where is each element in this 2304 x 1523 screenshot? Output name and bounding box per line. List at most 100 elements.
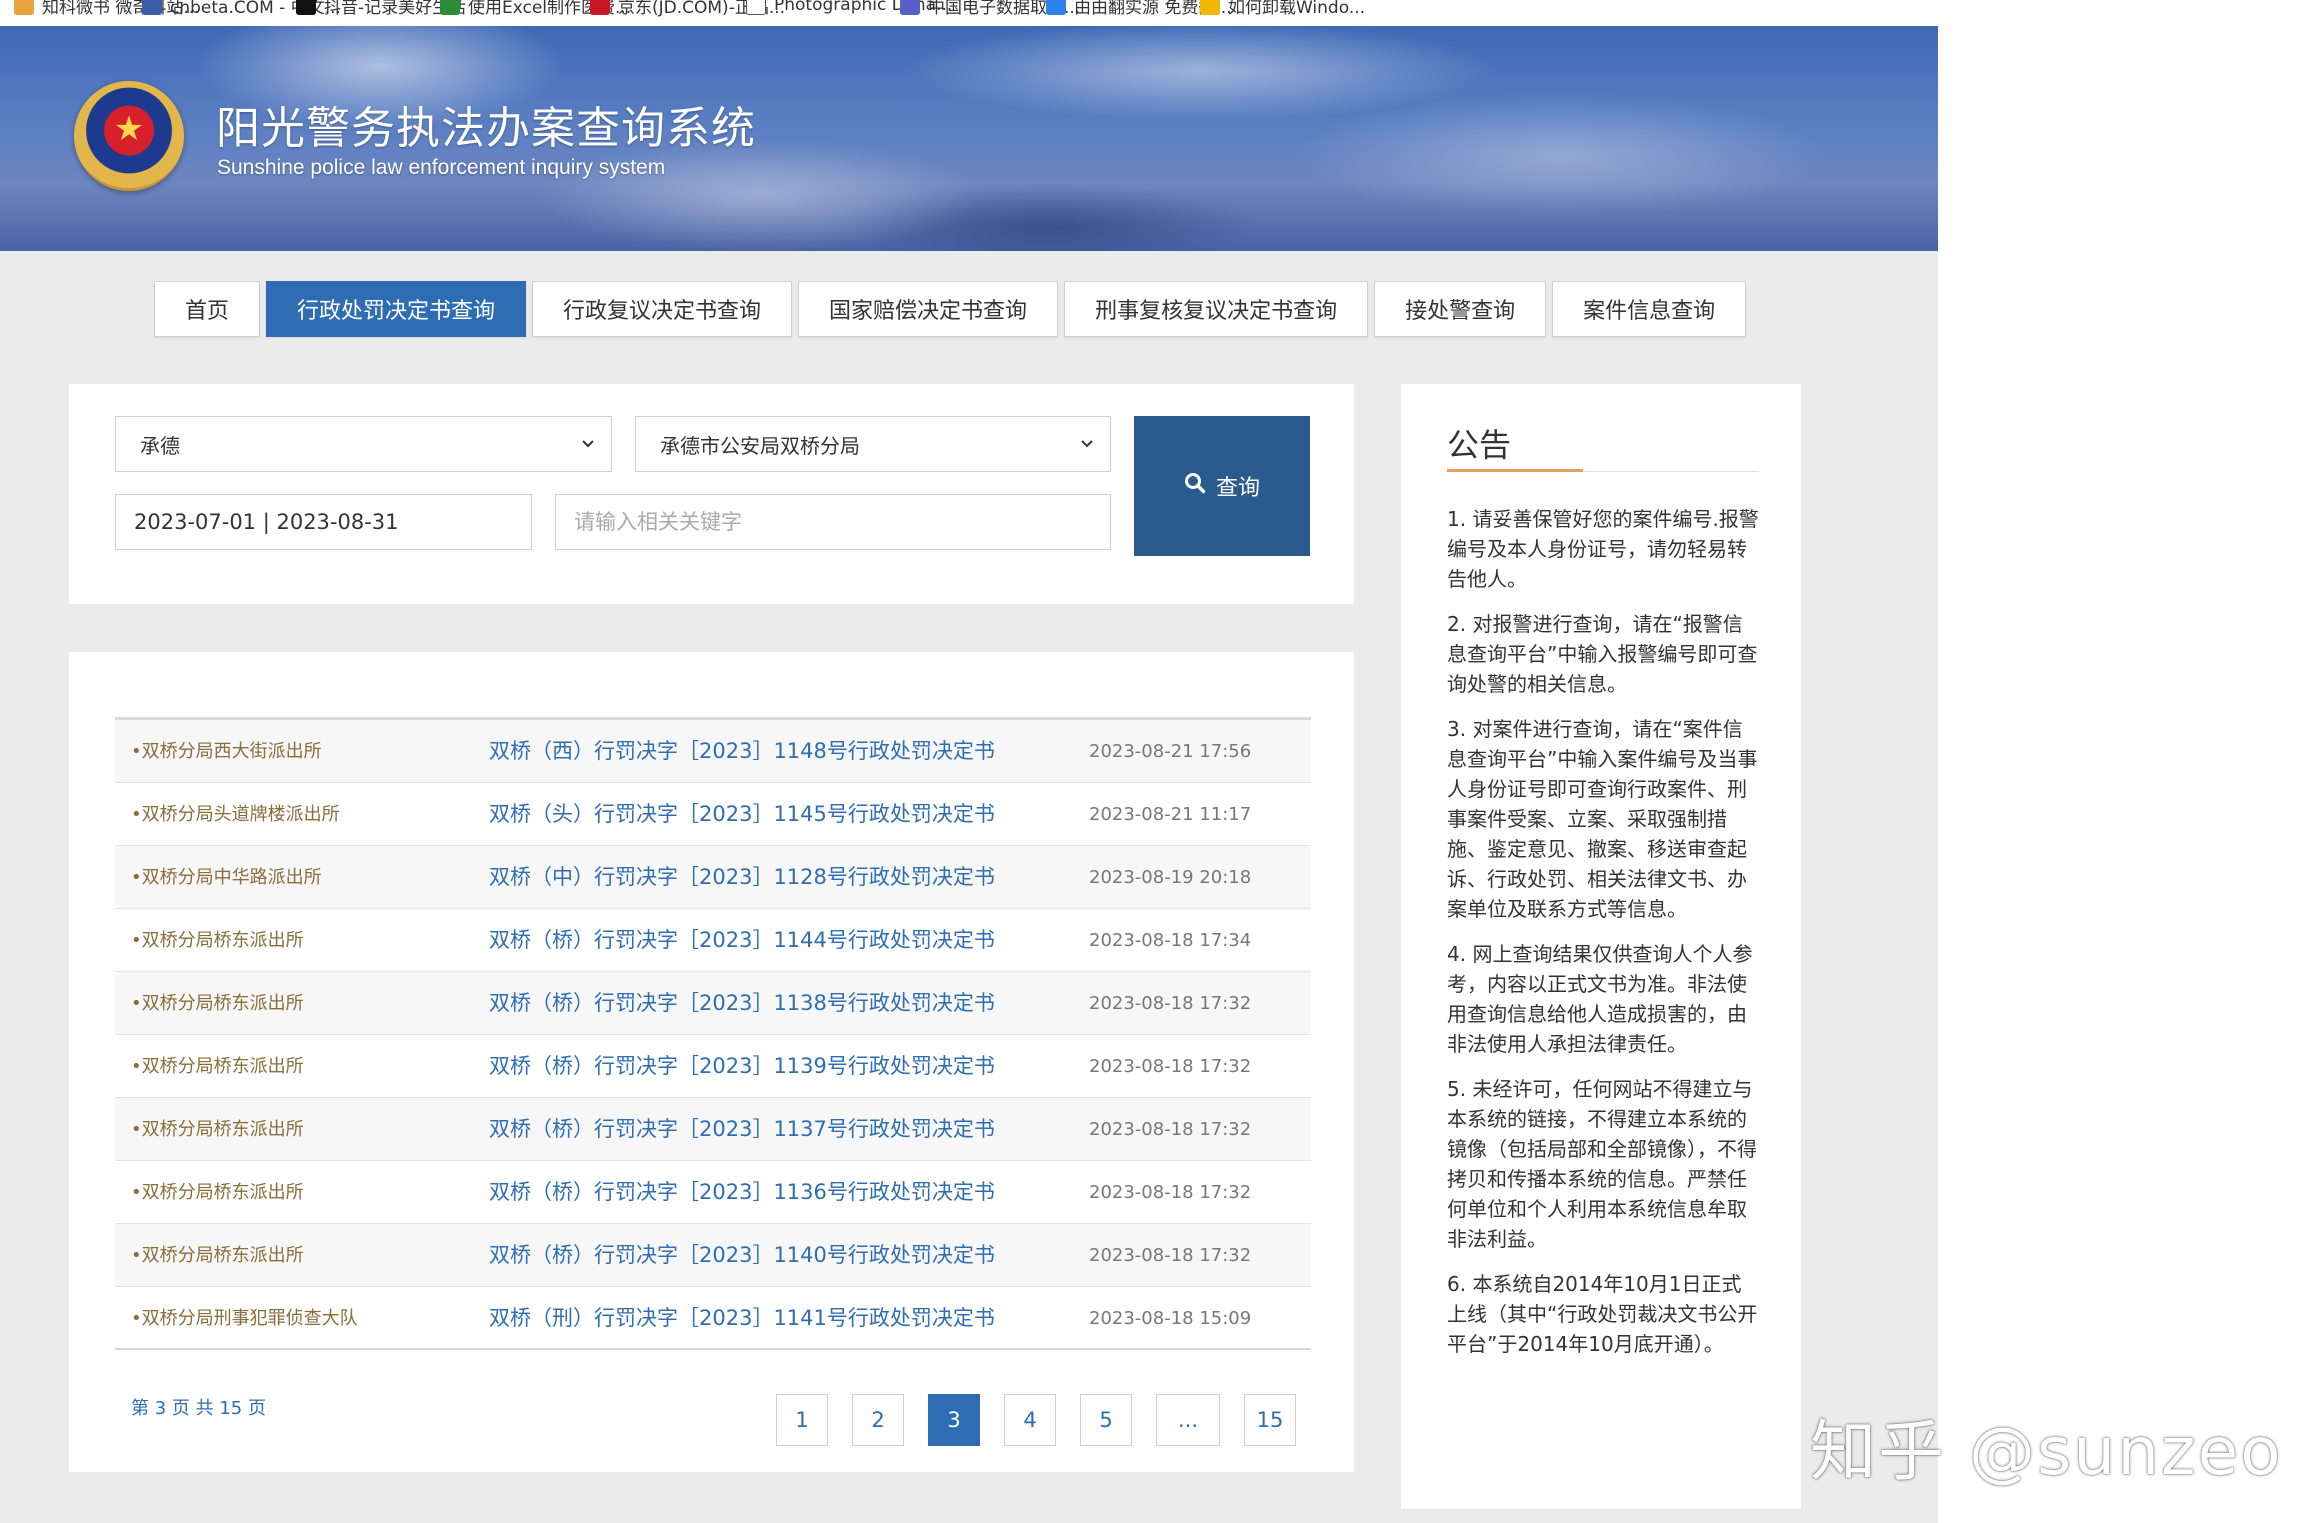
page-button[interactable]: ... [1156,1394,1220,1446]
bookmark-favicon-icon [440,0,460,15]
row-department: •双桥分局头道牌楼派出所 [131,804,340,825]
search-panel: 承德 承德市公安局双桥分局 2023-07-01 | 2023-08-31 查询 [69,384,1354,604]
results-panel: •双桥分局西大街派出所 双桥（西）行罚决字［2023］1148号行政处罚决定书 20… [69,652,1354,1472]
row-timestamp: 2023-08-21 17:56 [1089,741,1252,762]
keyword-field[interactable] [555,494,1111,550]
row-document-link[interactable]: 双桥（桥）行罚决字［2023］1138号行政处罚决定书 [489,972,995,1035]
table-row: •双桥分局桥东派出所 双桥（桥）行罚决字［2023］1136号行政处罚决定书 202… [115,1161,1311,1224]
bookmark-favicon-icon [590,0,610,15]
bookmark-favicon-icon [746,0,766,15]
nav-tab[interactable]: 国家赔偿决定书查询 [798,281,1059,337]
row-document-link[interactable]: 双桥（桥）行罚决字［2023］1140号行政处罚决定书 [489,1224,995,1287]
city-select-value: 承德 [140,433,180,458]
notice-item: 2. 对报警进行查询，请在“报警信息查询平台”中输入报警编号即可查询处警的相关信… [1447,612,1758,696]
pagination: 1 2 3 4 5... 15 [776,1394,1296,1446]
row-document-link[interactable]: 双桥（西）行罚决字［2023］1148号行政处罚决定书 [489,720,995,783]
keyword-input[interactable] [574,495,1110,549]
row-document-link[interactable]: 双桥（桥）行罚决字［2023］1144号行政处罚决定书 [489,909,995,972]
city-select[interactable]: 承德 [115,416,612,472]
nav-tab[interactable]: 刑事复核复议决定书查询 [1064,281,1369,337]
bookmark-favicon-icon [1200,0,1220,15]
row-department: •双桥分局桥东派出所 [131,1056,304,1077]
notice-item: 1. 请妥善保管好您的案件编号.报警编号及本人身份证号，请勿轻易转告他人。 [1447,507,1759,591]
row-timestamp: 2023-08-21 11:17 [1089,804,1252,825]
page-button[interactable]: 2 [852,1394,904,1446]
date-range-value: 2023-07-01 | 2023-08-31 [134,510,399,534]
row-timestamp: 2023-08-18 17:32 [1089,1056,1252,1077]
row-document-link[interactable]: 双桥（中）行罚决字［2023］1128号行政处罚决定书 [489,846,995,909]
police-emblem-icon: ★ [74,81,184,191]
table-row: •双桥分局桥东派出所 双桥（桥）行罚决字［2023］1137号行政处罚决定书 202… [115,1098,1311,1161]
table-row: •双桥分局中华路派出所 双桥（中）行罚决字［2023］1128号行政处罚决定书 20… [115,846,1311,909]
notice-item: 5. 未经许可，任何网站不得建立与本系统的链接，不得建立本系统的镜像（包括局部和… [1447,1077,1757,1251]
table-row: •双桥分局桥东派出所 双桥（桥）行罚决字［2023］1140号行政处罚决定书 202… [115,1224,1311,1287]
row-timestamp: 2023-08-18 17:32 [1089,993,1252,1014]
table-row: •双桥分局头道牌楼派出所 双桥（头）行罚决字［2023］1145号行政处罚决定书 2… [115,783,1311,846]
bookmark-favicon-icon [900,0,920,15]
search-icon [1184,472,1206,500]
date-range-field[interactable]: 2023-07-01 | 2023-08-31 [115,494,532,550]
page-button[interactable]: 15 [1244,1394,1296,1446]
row-document-link[interactable]: 双桥（桥）行罚决字［2023］1136号行政处罚决定书 [489,1161,995,1224]
row-department: •双桥分局桥东派出所 [131,1245,304,1266]
row-department: •双桥分局西大街派出所 [131,741,322,762]
page-button[interactable]: 1 [776,1394,828,1446]
notice-item: 4. 网上查询结果仅供查询人个人参考，内容以正式文书为准。非法使用查询信息给他人… [1447,942,1753,1056]
results-table: •双桥分局西大街派出所 双桥（西）行罚决字［2023］1148号行政处罚决定书 20… [115,717,1311,1350]
row-department: •双桥分局刑事犯罪侦查大队 [131,1308,358,1329]
page-button[interactable]: 4 [1004,1394,1056,1446]
page-button[interactable]: 3 [928,1394,980,1446]
table-row: •双桥分局桥东派出所 双桥（桥）行罚决字［2023］1144号行政处罚决定书 202… [115,909,1311,972]
watermark: 知乎 @sunzeo [1810,1413,2283,1490]
table-row: •双桥分局刑事犯罪侦查大队 双桥（刑）行罚决字［2023］1141号行政处罚决定书… [115,1287,1311,1350]
row-timestamp: 2023-08-18 17:32 [1089,1182,1252,1203]
nav-tab[interactable]: 行政处罚决定书查询 [266,281,527,337]
main-nav: 首页 行政处罚决定书查询 行政复议决定书查询 国家赔偿决定书查询 刑事复核复议决定书查询… [154,281,1747,337]
row-department: •双桥分局桥东派出所 [131,930,304,951]
notice-item: 3. 对案件进行查询，请在“案件信息查询平台”中输入案件编号及当事人身份证号即可… [1447,717,1758,921]
table-row: •双桥分局桥东派出所 双桥（桥）行罚决字［2023］1138号行政处罚决定书 202… [115,972,1311,1035]
row-timestamp: 2023-08-18 15:09 [1089,1308,1252,1329]
chevron-down-icon [1078,434,1096,452]
site-subtitle: Sunshine police law enforcement inquiry … [217,156,666,179]
notice-panel: 公告 1. 请妥善保管好您的案件编号.报警编号及本人身份证号，请勿轻易转告他人。… [1401,384,1801,1509]
notice-divider-accent [1447,469,1583,472]
bookmark-item[interactable]: 如何卸载Windo... [1200,0,1365,19]
bookmark-favicon-icon [1046,0,1066,15]
row-timestamp: 2023-08-18 17:32 [1089,1119,1252,1140]
header-banner: ★ 阳光警务执法办案查询系统 Sunshine police law enfor… [0,26,1938,251]
bureau-select[interactable]: 承德市公安局双桥分局 [635,416,1111,472]
row-document-link[interactable]: 双桥（头）行罚决字［2023］1145号行政处罚决定书 [489,783,995,846]
row-timestamp: 2023-08-18 17:34 [1089,930,1252,951]
nav-tab[interactable]: 案件信息查询 [1552,281,1747,337]
row-timestamp: 2023-08-18 17:32 [1089,1245,1252,1266]
notice-title: 公告 [1447,426,1512,464]
search-button[interactable]: 查询 [1134,416,1310,556]
notice-list: 1. 请妥善保管好您的案件编号.报警编号及本人身份证号，请勿轻易转告他人。 2. … [1447,504,1759,1374]
bureau-select-value: 承德市公安局双桥分局 [660,433,860,458]
bookmark-favicon-icon [14,0,34,15]
row-department: •双桥分局桥东派出所 [131,993,304,1014]
page-info: 第 3 页 共 15 页 [131,1398,266,1419]
nav-tab[interactable]: 首页 [154,281,261,337]
page: ★ 阳光警务执法办案查询系统 Sunshine police law enfor… [0,26,1938,1523]
table-row: •双桥分局西大街派出所 双桥（西）行罚决字［2023］1148号行政处罚决定书 20… [115,720,1311,783]
notice-item: 6. 本系统自2014年10月1日正式上线（其中“行政处罚裁决文书公开平台”于2… [1447,1272,1758,1356]
bookmark-label: 如何卸载Windo... [1228,0,1366,18]
row-document-link[interactable]: 双桥（桥）行罚决字［2023］1139号行政处罚决定书 [489,1035,995,1098]
row-department: •双桥分局桥东派出所 [131,1182,304,1203]
row-document-link[interactable]: 双桥（桥）行罚决字［2023］1137号行政处罚决定书 [489,1098,995,1161]
bookmark-favicon-icon [142,0,162,15]
row-timestamp: 2023-08-19 20:18 [1089,867,1252,888]
page-button[interactable]: 5 [1080,1394,1132,1446]
chevron-down-icon [579,434,597,452]
nav-tab[interactable]: 接处警查询 [1374,281,1547,337]
nav-tab[interactable]: 行政复议决定书查询 [532,281,793,337]
row-document-link[interactable]: 双桥（刑）行罚决字［2023］1141号行政处罚决定书 [489,1287,995,1350]
bookmark-favicon-icon [296,0,316,15]
row-department: •双桥分局桥东派出所 [131,1119,304,1140]
bookmarks-bar: 知科微书 微奇科站... cnbeta.COM - 中文... 抖音-记录美好生活使… [0,0,2304,26]
search-button-label: 查询 [1215,476,1260,501]
row-department: •双桥分局中华路派出所 [131,867,322,888]
site-title: 阳光警务执法办案查询系统 [216,103,756,154]
